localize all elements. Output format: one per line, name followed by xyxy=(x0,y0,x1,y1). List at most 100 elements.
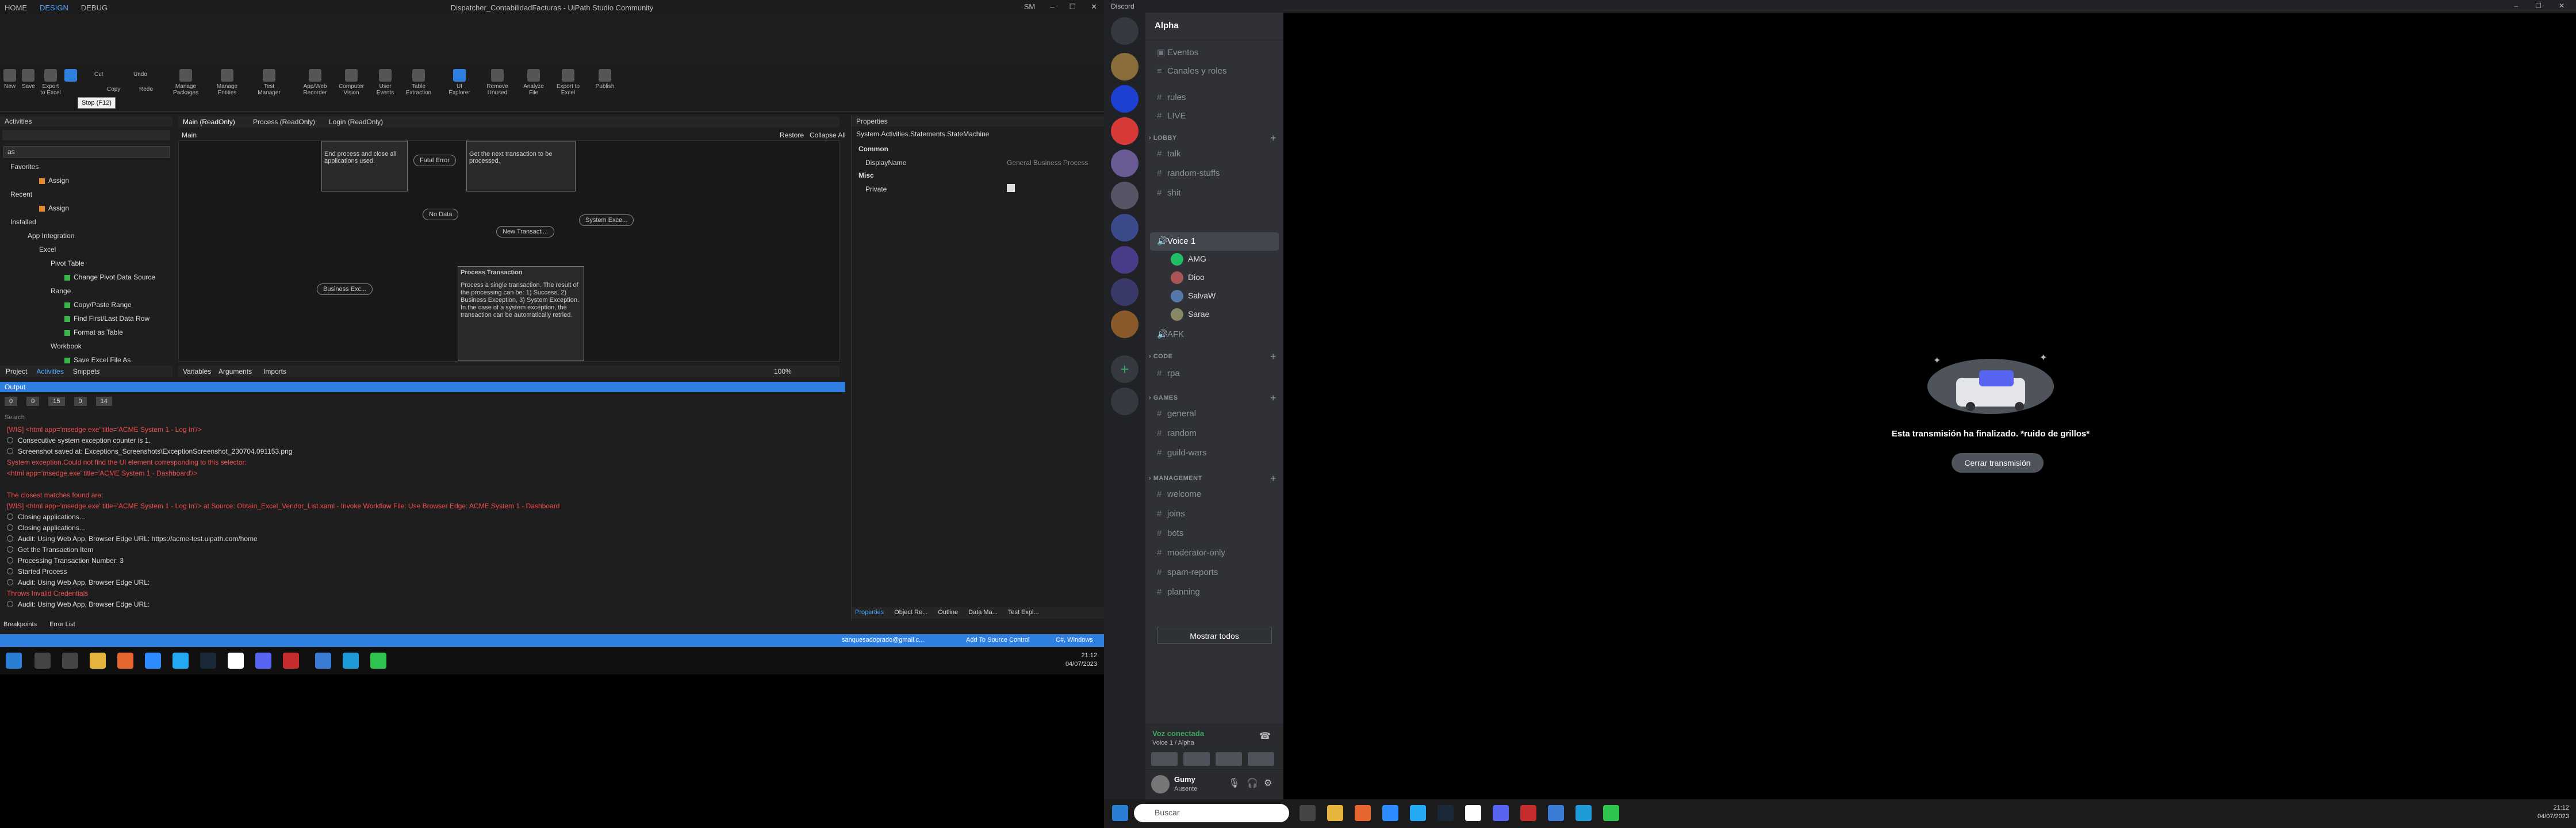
tree-item[interactable]: Change Pivot Data Source xyxy=(5,270,171,284)
task-view-icon[interactable] xyxy=(62,653,78,669)
status-email[interactable]: sanquesadoprado@gmail.c... xyxy=(842,637,924,643)
voice-user[interactable]: Sarae xyxy=(1171,306,1209,322)
tab-arguments[interactable]: Arguments xyxy=(218,367,252,375)
log-line[interactable]: <html app='msedge.exe' title='ACME Syste… xyxy=(7,468,197,479)
restore-link[interactable]: Restore xyxy=(780,131,804,139)
log-line[interactable]: Started Process xyxy=(7,566,67,577)
channel-random[interactable]: # random xyxy=(1150,424,1279,443)
log-line[interactable]: Audit: Using Web App, Browser Edge URL: xyxy=(7,599,150,610)
process-transaction-node[interactable]: Process Transaction Process a single tra… xyxy=(458,266,584,361)
opera-icon[interactable] xyxy=(1520,805,1536,821)
stop-button[interactable] xyxy=(64,69,77,83)
steam-icon[interactable] xyxy=(200,653,216,669)
task-view-icon[interactable] xyxy=(1300,805,1316,821)
system-exception-transition[interactable]: System Exce... xyxy=(579,214,634,226)
tree-item[interactable]: Save Excel File As xyxy=(5,353,171,367)
tree-installed[interactable]: Installed xyxy=(5,215,171,229)
log-line[interactable]: Consecutive system exception counter is … xyxy=(7,435,151,446)
edge-icon[interactable] xyxy=(343,653,359,669)
mic-icon[interactable]: 🎙 xyxy=(1228,777,1240,789)
add-server-icon[interactable]: + xyxy=(1111,355,1138,383)
server-icon[interactable] xyxy=(1111,246,1138,274)
doc-tab-login[interactable]: Login (ReadOnly) xyxy=(329,118,383,126)
log-line[interactable]: Processing Transaction Number: 3 xyxy=(7,555,124,566)
channel-welcome[interactable]: # welcome xyxy=(1150,485,1279,504)
edge-icon[interactable] xyxy=(1575,805,1592,821)
log-line[interactable]: The closest matches found are: xyxy=(7,490,103,501)
server-icon[interactable] xyxy=(1111,117,1138,145)
zoom-icon[interactable] xyxy=(145,653,161,669)
section-common[interactable]: Common xyxy=(858,145,888,153)
category-games[interactable]: › GAMES + xyxy=(1149,392,1280,404)
uipath-icon[interactable] xyxy=(315,653,331,669)
voice-user[interactable]: Dioo xyxy=(1171,269,1205,285)
opera-icon[interactable] xyxy=(283,653,299,669)
disconnect-icon[interactable]: ☎ xyxy=(1259,730,1271,742)
channel-joins[interactable]: # joins xyxy=(1150,505,1279,523)
clock[interactable]: 21:12 04/07/2023 xyxy=(2537,804,2569,821)
tab-breakpoints[interactable]: Breakpoints xyxy=(3,621,37,629)
get-transaction-node[interactable]: Get the next transaction to be processed… xyxy=(466,141,576,191)
tab-imports[interactable]: Imports xyxy=(263,367,286,375)
vscode-icon[interactable] xyxy=(1410,805,1426,821)
maximize-icon[interactable]: ☐ xyxy=(2535,2,2542,10)
new-transaction-transition[interactable]: New Transacti... xyxy=(496,226,554,237)
trace-count[interactable]: 0 xyxy=(74,397,87,406)
export-excel-button[interactable]: Export to Excel xyxy=(555,69,581,96)
analyze-file-button[interactable]: Analyze File xyxy=(521,69,546,96)
log-line[interactable]: Get the Transaction Item xyxy=(7,545,93,555)
channel-shit[interactable]: # shit xyxy=(1150,184,1279,202)
save-button[interactable]: Save xyxy=(22,69,35,90)
publish-button[interactable]: Publish xyxy=(592,69,618,90)
server-icon[interactable] xyxy=(1111,85,1138,113)
voice-location[interactable]: Voice 1 / Alpha xyxy=(1152,739,1194,746)
log-line[interactable]: Throws Invalid Credentials xyxy=(7,588,88,599)
video-icon[interactable] xyxy=(1151,752,1178,766)
tree-item[interactable]: Find First/Last Data Row xyxy=(5,312,171,325)
log-line[interactable]: System exception.Could not find the UI e… xyxy=(7,457,247,468)
channel-random-stuffs[interactable]: # random-stuffs xyxy=(1150,164,1279,183)
copy-button[interactable]: Copy xyxy=(107,86,120,93)
voice-user[interactable]: AMG xyxy=(1171,251,1206,267)
server-icon[interactable] xyxy=(1111,278,1138,306)
home-icon[interactable] xyxy=(1111,17,1138,45)
activity-icon[interactable] xyxy=(1216,752,1242,766)
warnings-count[interactable]: 0 xyxy=(26,397,40,406)
tab-outline[interactable]: Outline xyxy=(938,609,958,617)
tree-favorites[interactable]: Favorites xyxy=(5,160,171,174)
epic-icon[interactable] xyxy=(1465,805,1481,821)
category-lobby[interactable]: › LOBBY + xyxy=(1149,132,1280,144)
discord-icon[interactable] xyxy=(255,653,271,669)
table-extraction-button[interactable]: Table Extraction xyxy=(402,69,435,96)
export-button[interactable]: Export to Excel xyxy=(40,69,61,96)
steam-icon[interactable] xyxy=(1438,805,1454,821)
errors-count[interactable]: 0 xyxy=(5,397,18,406)
source-control-button[interactable]: Add To Source Control xyxy=(966,637,1029,643)
tree-item[interactable]: Pivot Table xyxy=(5,256,171,270)
info-count[interactable]: 15 xyxy=(48,397,65,406)
avatar[interactable] xyxy=(1151,775,1170,793)
username[interactable]: Gumy xyxy=(1174,775,1195,784)
ui-explorer-button[interactable]: UI Explorer xyxy=(446,69,473,96)
new-button[interactable]: New xyxy=(3,69,16,90)
category-code[interactable]: › CODE + xyxy=(1149,351,1280,362)
headphones-icon[interactable]: 🎧 xyxy=(1247,777,1258,789)
tree-item[interactable]: Assign xyxy=(5,201,171,215)
tab-data-manager[interactable]: Data Ma... xyxy=(968,609,998,617)
log-line[interactable]: Audit: Using Web App, Browser Edge URL: xyxy=(7,577,150,588)
brave-icon[interactable] xyxy=(1355,805,1371,821)
channel-eventos[interactable]: ▣ Eventos xyxy=(1150,44,1279,62)
minimize-icon[interactable]: – xyxy=(1050,2,1054,12)
channel-moderator-only[interactable]: # moderator-only xyxy=(1150,544,1279,562)
app-icon[interactable] xyxy=(370,653,386,669)
tab-project[interactable]: Project xyxy=(6,367,27,375)
remove-unused-button[interactable]: Remove Unused xyxy=(483,69,512,96)
server-icon[interactable] xyxy=(1111,150,1138,177)
computer-vision-button[interactable]: Computer Vision xyxy=(337,69,366,96)
discord-icon[interactable] xyxy=(1493,805,1509,821)
manage-packages-button[interactable]: Manage Packages xyxy=(171,69,200,96)
collapse-all-link[interactable]: Collapse All xyxy=(810,131,846,139)
clock[interactable]: 21:12 04/07/2023 xyxy=(1065,651,1097,669)
doc-tab-main[interactable]: Main (ReadOnly) xyxy=(183,118,235,126)
maximize-icon[interactable]: ☐ xyxy=(1069,2,1076,12)
